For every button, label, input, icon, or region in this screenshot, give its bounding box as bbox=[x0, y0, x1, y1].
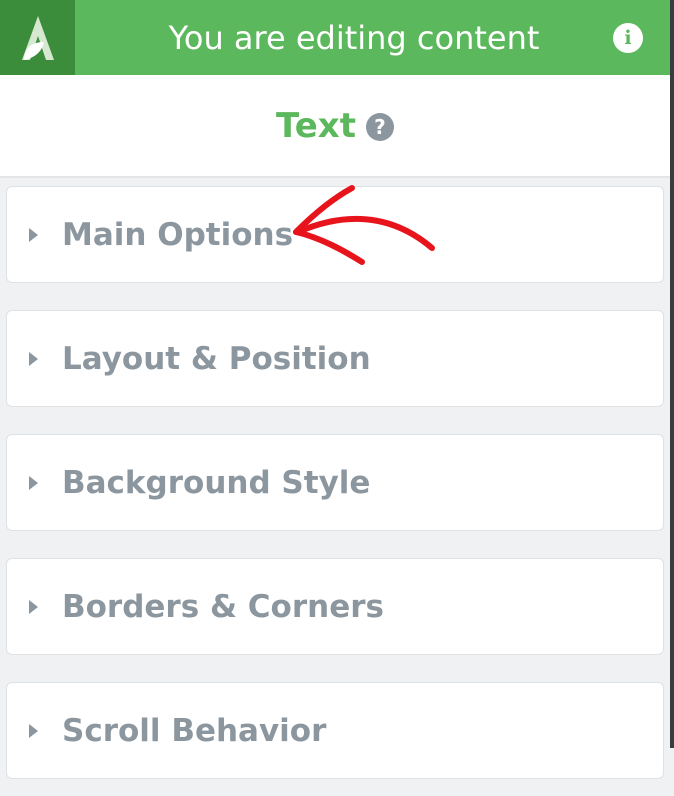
header-title: You are editing content bbox=[168, 18, 540, 57]
leaf-a-logo-icon bbox=[21, 15, 54, 60]
section-scroll-behavior[interactable]: Scroll Behavior bbox=[6, 682, 664, 779]
section-label: Layout & Position bbox=[62, 340, 371, 377]
info-icon[interactable]: i bbox=[613, 22, 643, 53]
editor-header: You are editing content i bbox=[0, 0, 670, 75]
section-label: Main Options bbox=[62, 216, 294, 253]
element-header: Text ? bbox=[0, 75, 670, 178]
editor-panel: You are editing content i Text ? Main Op… bbox=[0, 0, 674, 796]
section-borders-corners[interactable]: Borders & Corners bbox=[6, 558, 664, 655]
element-title: Text bbox=[276, 105, 356, 146]
annotation-arrow-icon bbox=[293, 185, 435, 265]
section-label: Borders & Corners bbox=[62, 588, 384, 625]
section-label: Scroll Behavior bbox=[62, 712, 327, 749]
caret-right-icon bbox=[29, 227, 38, 242]
app-logo[interactable] bbox=[0, 0, 75, 75]
caret-right-icon bbox=[29, 351, 38, 366]
section-layout-position[interactable]: Layout & Position bbox=[6, 310, 664, 407]
section-label: Background Style bbox=[62, 464, 371, 501]
question-icon[interactable]: ? bbox=[365, 112, 394, 141]
caret-right-icon bbox=[29, 475, 38, 490]
scrollbar-rail[interactable] bbox=[670, 0, 674, 748]
section-background-style[interactable]: Background Style bbox=[6, 434, 664, 531]
caret-right-icon bbox=[29, 723, 38, 738]
caret-right-icon bbox=[29, 599, 38, 614]
